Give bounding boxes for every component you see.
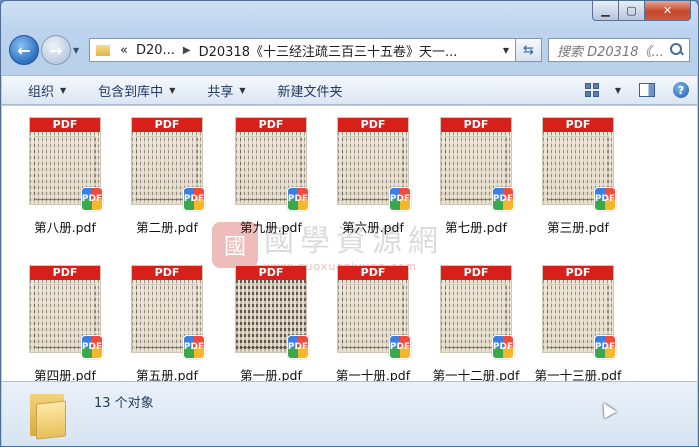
pdf-app-icon: PDF bbox=[594, 335, 616, 359]
file-item[interactable]: PDF PDF 第三册.pdf bbox=[530, 111, 626, 241]
file-name: 第一十二册.pdf bbox=[432, 368, 520, 381]
details-pane: 13 个对象 bbox=[2, 381, 697, 446]
new-folder-label: 新建文件夹 bbox=[277, 84, 343, 100]
file-name: 第四册.pdf bbox=[34, 368, 96, 381]
file-item[interactable]: PDF PDF 第四册.pdf bbox=[17, 259, 113, 381]
pdf-banner: PDF bbox=[30, 266, 100, 280]
forward-button[interactable]: → bbox=[41, 35, 71, 65]
file-name: 第九册.pdf bbox=[240, 220, 302, 235]
folder-icon bbox=[96, 44, 110, 56]
file-name: 第一册.pdf bbox=[240, 368, 302, 381]
file-item[interactable]: PDF PDF 第一册.pdf bbox=[223, 259, 319, 381]
arrow-right-icon: → bbox=[49, 40, 63, 60]
pdf-app-icon: PDF bbox=[81, 335, 103, 359]
refresh-icon: ⇆ bbox=[523, 42, 534, 58]
pdf-banner: PDF bbox=[441, 266, 511, 280]
pdf-banner: PDF bbox=[236, 118, 306, 132]
pdf-banner: PDF bbox=[132, 118, 202, 132]
explorer-window: ▁ ▢ ✕ ← → ▼ « D20... ▶ D20318《十三经注疏三百三十五… bbox=[0, 0, 699, 447]
caption-buttons: ▁ ▢ ✕ bbox=[592, 1, 691, 21]
pdf-banner: PDF bbox=[543, 118, 613, 132]
file-name: 第三册.pdf bbox=[547, 220, 609, 235]
pdf-banner: PDF bbox=[236, 266, 306, 280]
pdf-banner: PDF bbox=[132, 266, 202, 280]
file-list: 國 國學資源網 www.guoxueziyuan.com PDF PDF 第八册… bbox=[2, 106, 697, 381]
file-name: 第八册.pdf bbox=[34, 220, 96, 235]
file-item[interactable]: PDF PDF 第八册.pdf bbox=[17, 111, 113, 241]
recent-pages-dropdown[interactable]: ▼ bbox=[73, 46, 85, 55]
address-bar[interactable]: « D20... ▶ D20318《十三经注疏三百三十五卷》天一... ▼ bbox=[89, 38, 516, 62]
file-name: 第七册.pdf bbox=[445, 220, 507, 235]
arrow-left-icon: ← bbox=[17, 40, 31, 60]
item-count: 13 个对象 bbox=[94, 396, 154, 411]
file-name: 第一十三册.pdf bbox=[534, 368, 622, 381]
pdf-app-icon: PDF bbox=[594, 187, 616, 211]
refresh-button[interactable]: ⇆ bbox=[516, 38, 542, 62]
back-button[interactable]: ← bbox=[9, 35, 39, 65]
search-icon[interactable] bbox=[670, 43, 684, 57]
pdf-app-icon: PDF bbox=[287, 335, 309, 359]
breadcrumb-separator-icon[interactable]: ▶ bbox=[183, 45, 191, 56]
organize-label: 组织 bbox=[28, 84, 55, 100]
share-button[interactable]: 共享 ▼ bbox=[207, 81, 245, 100]
toolbar-right-group: ▼ ? bbox=[584, 82, 697, 98]
maximize-button[interactable]: ▢ bbox=[619, 1, 645, 21]
file-name: 第五册.pdf bbox=[136, 368, 198, 381]
chevron-down-icon: ▼ bbox=[60, 85, 67, 95]
pdf-banner: PDF bbox=[30, 118, 100, 132]
search-input[interactable]: 搜索 D20318《... bbox=[548, 38, 690, 62]
file-name: 第二册.pdf bbox=[136, 220, 198, 235]
file-item[interactable]: PDF PDF 第九册.pdf bbox=[223, 111, 319, 241]
help-icon[interactable]: ? bbox=[673, 82, 689, 98]
file-item[interactable]: PDF PDF 第七册.pdf bbox=[428, 111, 524, 241]
file-name: 第六册.pdf bbox=[342, 220, 404, 235]
chevron-down-icon: ▼ bbox=[169, 85, 176, 95]
pdf-banner: PDF bbox=[441, 118, 511, 132]
organize-button[interactable]: 组织 ▼ bbox=[28, 81, 66, 100]
address-dropdown-icon[interactable]: ▼ bbox=[497, 46, 515, 55]
file-item[interactable]: PDF PDF 第六册.pdf bbox=[325, 111, 421, 241]
preview-pane-icon[interactable] bbox=[639, 83, 655, 97]
new-folder-button[interactable]: 新建文件夹 bbox=[278, 81, 343, 100]
command-bar: 组织 ▼ 包含到库中 ▼ 共享 ▼ 新建文件夹 ▼ ? bbox=[2, 75, 697, 105]
pdf-banner: PDF bbox=[543, 266, 613, 280]
pdf-app-icon: PDF bbox=[287, 187, 309, 211]
close-button[interactable]: ✕ bbox=[645, 1, 691, 21]
pdf-banner: PDF bbox=[338, 266, 408, 280]
file-item[interactable]: PDF PDF 第一十册.pdf bbox=[325, 259, 421, 381]
navigation-bar: ← → ▼ « D20... ▶ D20318《十三经注疏三百三十五卷》天一..… bbox=[9, 33, 690, 67]
file-item[interactable]: PDF PDF 第一十三册.pdf bbox=[530, 259, 626, 381]
share-label: 共享 bbox=[207, 84, 234, 100]
chevron-down-icon: ▼ bbox=[239, 85, 246, 95]
pdf-app-icon: PDF bbox=[389, 187, 411, 211]
pdf-app-icon: PDF bbox=[183, 335, 205, 359]
search-placeholder: 搜索 D20318《... bbox=[557, 44, 664, 60]
file-item[interactable]: PDF PDF 第二册.pdf bbox=[119, 111, 215, 241]
include-in-library-button[interactable]: 包含到库中 ▼ bbox=[98, 81, 175, 100]
breadcrumb-item-current[interactable]: D20318《十三经注疏三百三十五卷》天一... bbox=[199, 41, 458, 60]
include-library-label: 包含到库中 bbox=[98, 84, 164, 100]
view-options-dropdown-icon[interactable]: ▼ bbox=[615, 86, 621, 95]
pdf-app-icon: PDF bbox=[183, 187, 205, 211]
file-name: 第一十册.pdf bbox=[335, 368, 411, 381]
minimize-button[interactable]: ▁ bbox=[592, 1, 619, 21]
breadcrumb-item-d20[interactable]: D20... bbox=[136, 43, 175, 58]
breadcrumb-overflow[interactable]: « bbox=[120, 43, 128, 58]
mouse-cursor-icon bbox=[597, 399, 617, 419]
file-item[interactable]: PDF PDF 第一十二册.pdf bbox=[428, 259, 524, 381]
pdf-app-icon: PDF bbox=[492, 335, 514, 359]
file-item[interactable]: PDF PDF 第五册.pdf bbox=[119, 259, 215, 381]
pdf-app-icon: PDF bbox=[81, 187, 103, 211]
pdf-app-icon: PDF bbox=[389, 335, 411, 359]
pdf-app-icon: PDF bbox=[492, 187, 514, 211]
pdf-banner: PDF bbox=[338, 118, 408, 132]
folder-icon bbox=[30, 390, 70, 440]
change-view-icon[interactable] bbox=[584, 83, 601, 97]
